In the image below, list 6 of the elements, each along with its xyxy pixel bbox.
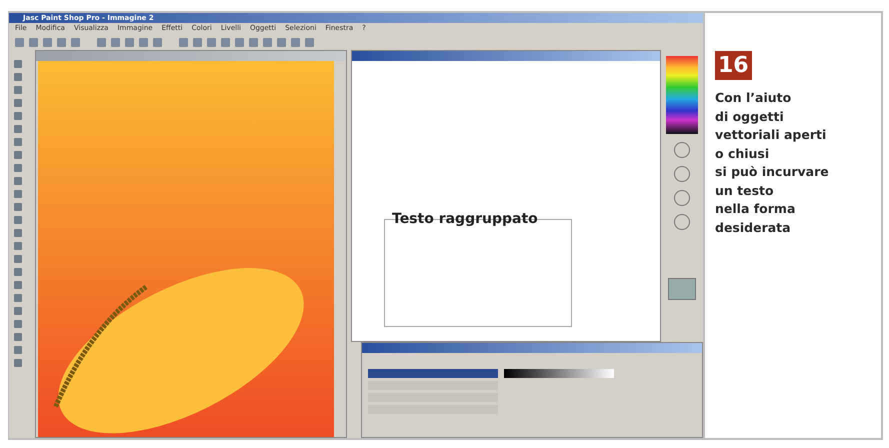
pattern-swatch[interactable] xyxy=(668,278,696,300)
canvas-text: Testo raggruppato xyxy=(392,211,538,227)
color-spectrum[interactable] xyxy=(666,56,698,134)
caption-text: Con l’aiuto di oggetti vettoriali aperti o chiusi si può incurvare un testo nella forma desiderata xyxy=(715,89,830,236)
step-number: 16 xyxy=(715,51,752,80)
layer-row[interactable] xyxy=(368,369,498,378)
